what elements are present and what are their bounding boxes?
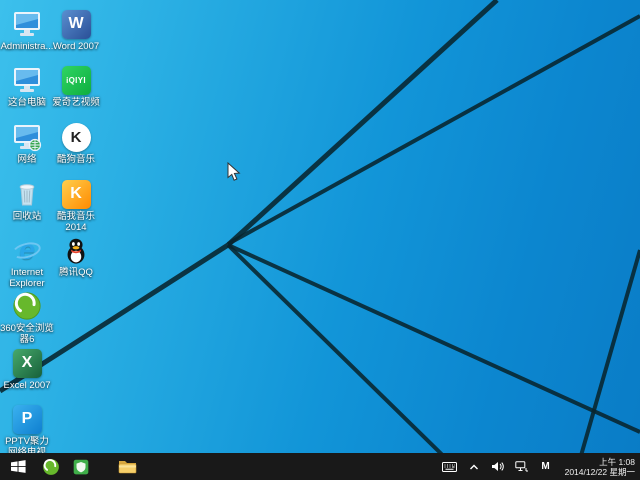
mouse-cursor [227, 162, 241, 187]
tray-date: 2014/12/22 星期一 [565, 467, 635, 477]
desktop-icon-recycle-bin[interactable]: 回收站 [0, 178, 54, 222]
desktop-icon-360-browser[interactable]: 360安全浏览器6 [0, 290, 54, 345]
kuwo-icon: K [60, 178, 92, 210]
taskbar-green-app-icon[interactable] [66, 453, 96, 480]
desktop-icon-administrator[interactable]: Administra... [0, 8, 54, 52]
desktop-icon-label: 网络 [0, 154, 54, 165]
desktop-icon-label: 爱奇艺视频 [49, 97, 103, 108]
desktop-icon-kuwo[interactable]: K 酷我音乐2014 [49, 178, 103, 233]
qq-penguin-icon [60, 234, 92, 266]
internet-explorer-icon: e [11, 234, 43, 266]
pptv-icon: P [11, 403, 43, 435]
desktop-icon-label: Administra... [0, 41, 54, 52]
360-browser-icon [11, 290, 43, 322]
desktop-icon-qq[interactable]: 腾讯QQ [49, 234, 103, 278]
word-icon: W [60, 8, 92, 40]
iqiyi-icon: iQIYI [60, 64, 92, 96]
taskbar-clock[interactable]: 上午 1:08 2014/12/22 星期一 [561, 457, 635, 477]
show-hidden-icons-chevron-icon[interactable] [465, 453, 483, 480]
taskbar-360-browser-icon[interactable] [36, 453, 66, 480]
desktop-icon-label: 这台电脑 [0, 97, 54, 108]
taskbar-file-explorer-icon[interactable] [112, 453, 142, 480]
touch-keyboard-icon[interactable] [441, 453, 459, 480]
desktop-icon-this-pc[interactable]: 这台电脑 [0, 64, 54, 108]
input-method-indicator[interactable]: M [537, 453, 555, 480]
desktop-icon-label: Internet Explorer [0, 267, 54, 289]
start-button[interactable] [0, 453, 36, 480]
excel-icon: X [11, 347, 43, 379]
recycle-bin-icon [11, 178, 43, 210]
desktop-icon-label: Word 2007 [49, 41, 103, 52]
tray-time: 上午 1:08 [565, 457, 635, 467]
computer-icon [11, 64, 43, 96]
kugou-icon: K [60, 121, 92, 153]
desktop-icon-label: 回收站 [0, 211, 54, 222]
network-icon [11, 121, 43, 153]
desktop-icon-label: 酷我音乐2014 [49, 211, 103, 233]
network-icon[interactable] [513, 453, 531, 480]
taskbar: M 上午 1:08 2014/12/22 星期一 [0, 453, 640, 480]
desktop-icon-label: 腾讯QQ [49, 267, 103, 278]
desktop-icon-network[interactable]: 网络 [0, 121, 54, 165]
desktop-icon-label: 酷狗音乐 [49, 154, 103, 165]
desktop-icon-iqiyi[interactable]: iQIYI 爱奇艺视频 [49, 64, 103, 108]
desktop-icon-label: 360安全浏览器6 [0, 323, 54, 345]
taskbar-tray: M 上午 1:08 2014/12/22 星期一 [441, 453, 640, 480]
desktop-icon-excel-2007[interactable]: X Excel 2007 [0, 347, 54, 391]
windows-logo-icon [11, 459, 26, 474]
desktop: Administra... 这台电脑 网络 回收站 e Internet Exp… [0, 0, 640, 480]
computer-icon [11, 8, 43, 40]
desktop-icon-pptv[interactable]: P PPTV聚力 网络电视 [0, 403, 54, 458]
desktop-icon-kugou[interactable]: K 酷狗音乐 [49, 121, 103, 165]
volume-icon[interactable] [489, 453, 507, 480]
desktop-icon-internet-explorer[interactable]: e Internet Explorer [0, 234, 54, 289]
desktop-icon-word-2007[interactable]: W Word 2007 [49, 8, 103, 52]
taskbar-apps [0, 453, 142, 480]
desktop-icon-label: Excel 2007 [0, 380, 54, 391]
